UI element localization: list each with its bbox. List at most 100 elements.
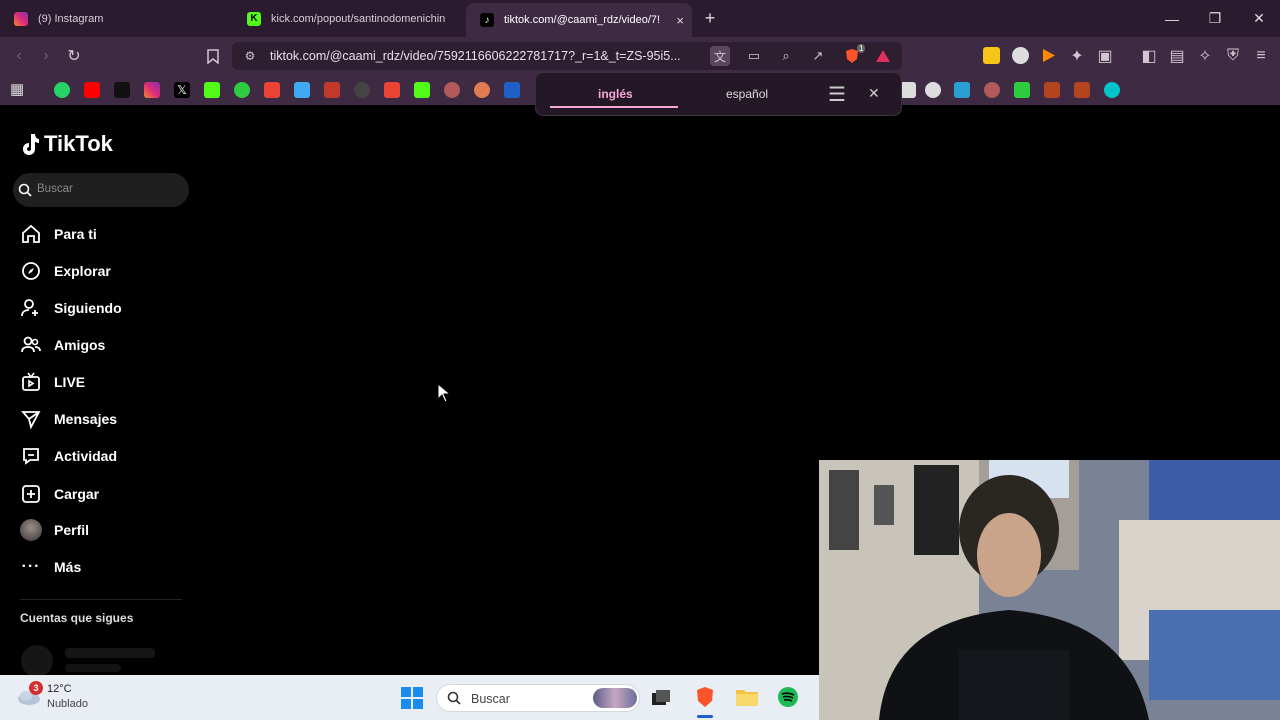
bookmark-icon-white[interactable] <box>900 82 916 98</box>
bookmark-icon[interactable] <box>203 46 223 66</box>
translate-popup: inglés español ☰ ✕ <box>535 72 902 116</box>
share-icon[interactable]: ↗ <box>808 46 828 66</box>
weather-badge: 3 <box>29 681 43 695</box>
canva-icon[interactable] <box>1104 82 1120 98</box>
kick-bookmark-icon[interactable] <box>204 82 220 98</box>
task-view-icon[interactable] <box>652 690 670 706</box>
leo-ai-icon[interactable]: ✧ <box>1195 46 1215 66</box>
translate-tab-indicator <box>550 106 678 108</box>
address-toolbar: ‹ › ↻ ⚙ tiktok.com/@caami_rdz/video/7592… <box>0 37 1280 75</box>
new-tab-button[interactable]: + <box>692 0 728 37</box>
download-icon[interactable] <box>954 82 970 98</box>
tab-kick[interactable]: K kick.com/popout/santinodomenichin <box>233 0 463 37</box>
instagram-bookmark-icon[interactable] <box>144 82 160 98</box>
play-orange-icon[interactable] <box>1040 47 1057 64</box>
bookmark-icon-green-2[interactable] <box>1014 82 1030 98</box>
translate-close-icon[interactable]: ✕ <box>868 85 880 102</box>
youtube-icon[interactable] <box>84 82 100 98</box>
wallet-icon[interactable]: ▤ <box>1167 46 1187 66</box>
spotify-icon[interactable] <box>777 686 799 708</box>
search-highlight-image <box>593 688 637 708</box>
url-bar[interactable]: ⚙ tiktok.com/@caami_rdz/video/7592116606… <box>232 42 902 70</box>
minimize-button[interactable]: — <box>1150 0 1194 37</box>
tab-instagram[interactable]: (9) Instagram <box>0 0 230 37</box>
nav-mas[interactable]: ··· Más <box>20 552 82 582</box>
nav-amigos[interactable]: Amigos <box>20 330 105 360</box>
translate-target-tab[interactable]: español <box>726 87 768 101</box>
tiktok-sidebar: TikTok Buscar Para ti Explorar Siguiendo… <box>0 105 200 677</box>
nav-live[interactable]: LIVE <box>20 367 85 397</box>
translate-source-tab[interactable]: inglés <box>598 87 633 101</box>
file-explorer-icon[interactable] <box>735 687 759 707</box>
bookmark-icon-blue-2[interactable] <box>504 82 520 98</box>
nav-explorar[interactable]: Explorar <box>20 256 111 286</box>
star-bookmark-icon-2[interactable] <box>1074 82 1090 98</box>
whatsapp-icon[interactable] <box>54 82 70 98</box>
sidebar-toggle-icon[interactable]: ◧ <box>1139 46 1159 66</box>
brave-rewards-icon[interactable] <box>873 46 893 66</box>
translate-menu-icon[interactable]: ☰ <box>828 82 846 107</box>
taskbar-search-input[interactable]: Buscar <box>436 684 640 712</box>
play-extension-icon[interactable] <box>1012 47 1029 64</box>
logo-text: TikTok <box>44 131 113 156</box>
search-icon <box>18 183 32 197</box>
star-bookmark-icon[interactable] <box>1044 82 1060 98</box>
bookmark-icon-circle-2[interactable] <box>984 82 1000 98</box>
apps-grid-icon[interactable]: ▦ <box>10 82 26 98</box>
tab-tiktok[interactable]: ♪ tiktok.com/@caami_rdz/video/7! × <box>466 3 692 37</box>
tab-search-icon[interactable]: ▣ <box>1095 46 1115 66</box>
close-tab-icon[interactable]: × <box>676 13 684 28</box>
account-skeleton-line-2 <box>65 664 121 672</box>
vpn-icon[interactable]: ⛨ <box>1223 46 1243 66</box>
tiktok-bookmark-icon[interactable] <box>114 82 130 98</box>
translate-icon[interactable]: 文 <box>710 46 730 66</box>
extension-icon[interactable] <box>983 47 1000 64</box>
nav-label: Para ti <box>54 226 97 242</box>
zoom-icon[interactable]: ⌕ <box>776 46 796 66</box>
user-plus-icon <box>20 297 42 319</box>
nav-cargar[interactable]: Cargar <box>20 479 99 509</box>
nav-siguiendo[interactable]: Siguiendo <box>20 293 122 323</box>
nav-perfil[interactable]: Perfil <box>20 515 89 545</box>
nav-para-ti[interactable]: Para ti <box>20 219 97 249</box>
compass-icon <box>20 260 42 282</box>
nav-label: Explorar <box>54 263 111 279</box>
cast-icon[interactable]: ▭ <box>744 46 764 66</box>
bookmark-icon-blue[interactable] <box>294 82 310 98</box>
menu-icon[interactable]: ≡ <box>1251 46 1271 66</box>
nav-label: Siguiendo <box>54 300 122 316</box>
site-settings-icon[interactable]: ⚙ <box>240 46 260 66</box>
gmail-bookmark-icon[interactable] <box>384 82 400 98</box>
nav-actividad[interactable]: Actividad <box>20 441 117 471</box>
close-window-button[interactable]: ✕ <box>1237 0 1280 37</box>
search-input[interactable]: Buscar <box>13 173 189 207</box>
nav-label: LIVE <box>54 374 86 390</box>
reload-icon[interactable]: ↻ <box>64 46 84 66</box>
bookmark-icon-gray[interactable] <box>354 82 370 98</box>
brave-browser-icon[interactable] <box>695 686 715 708</box>
following-heading: Cuentas que sigues <box>20 611 134 625</box>
kick-bookmark-icon-2[interactable] <box>414 82 430 98</box>
tiktok-logo[interactable]: TikTok <box>20 131 113 157</box>
back-icon[interactable]: ‹ <box>9 46 29 66</box>
url-text: tiktok.com/@caami_rdz/video/759211660622… <box>270 49 681 63</box>
maximize-button[interactable]: ❐ <box>1193 0 1237 37</box>
windows-start-icon[interactable] <box>401 687 423 709</box>
nav-mensajes[interactable]: Mensajes <box>20 404 117 434</box>
weather-temp[interactable]: 12°C <box>47 683 72 695</box>
avatar <box>20 519 42 541</box>
bookmark-icon-orange[interactable] <box>474 82 490 98</box>
bookmark-icon-diamond[interactable] <box>925 82 941 98</box>
forward-icon[interactable]: › <box>36 46 56 66</box>
gmail-icon[interactable] <box>264 82 280 98</box>
upload-icon <box>20 483 42 505</box>
bookmark-icon-green[interactable] <box>234 82 250 98</box>
weather-desc[interactable]: Nublado <box>47 698 88 710</box>
friends-icon <box>20 334 42 356</box>
stats-icon[interactable] <box>324 82 340 98</box>
more-icon: ··· <box>21 558 41 575</box>
sidebar-divider <box>20 599 182 600</box>
bookmark-icon-circle[interactable] <box>444 82 460 98</box>
puzzle-icon[interactable]: ✦ <box>1067 46 1087 66</box>
x-icon[interactable]: 𝕏 <box>174 82 190 98</box>
